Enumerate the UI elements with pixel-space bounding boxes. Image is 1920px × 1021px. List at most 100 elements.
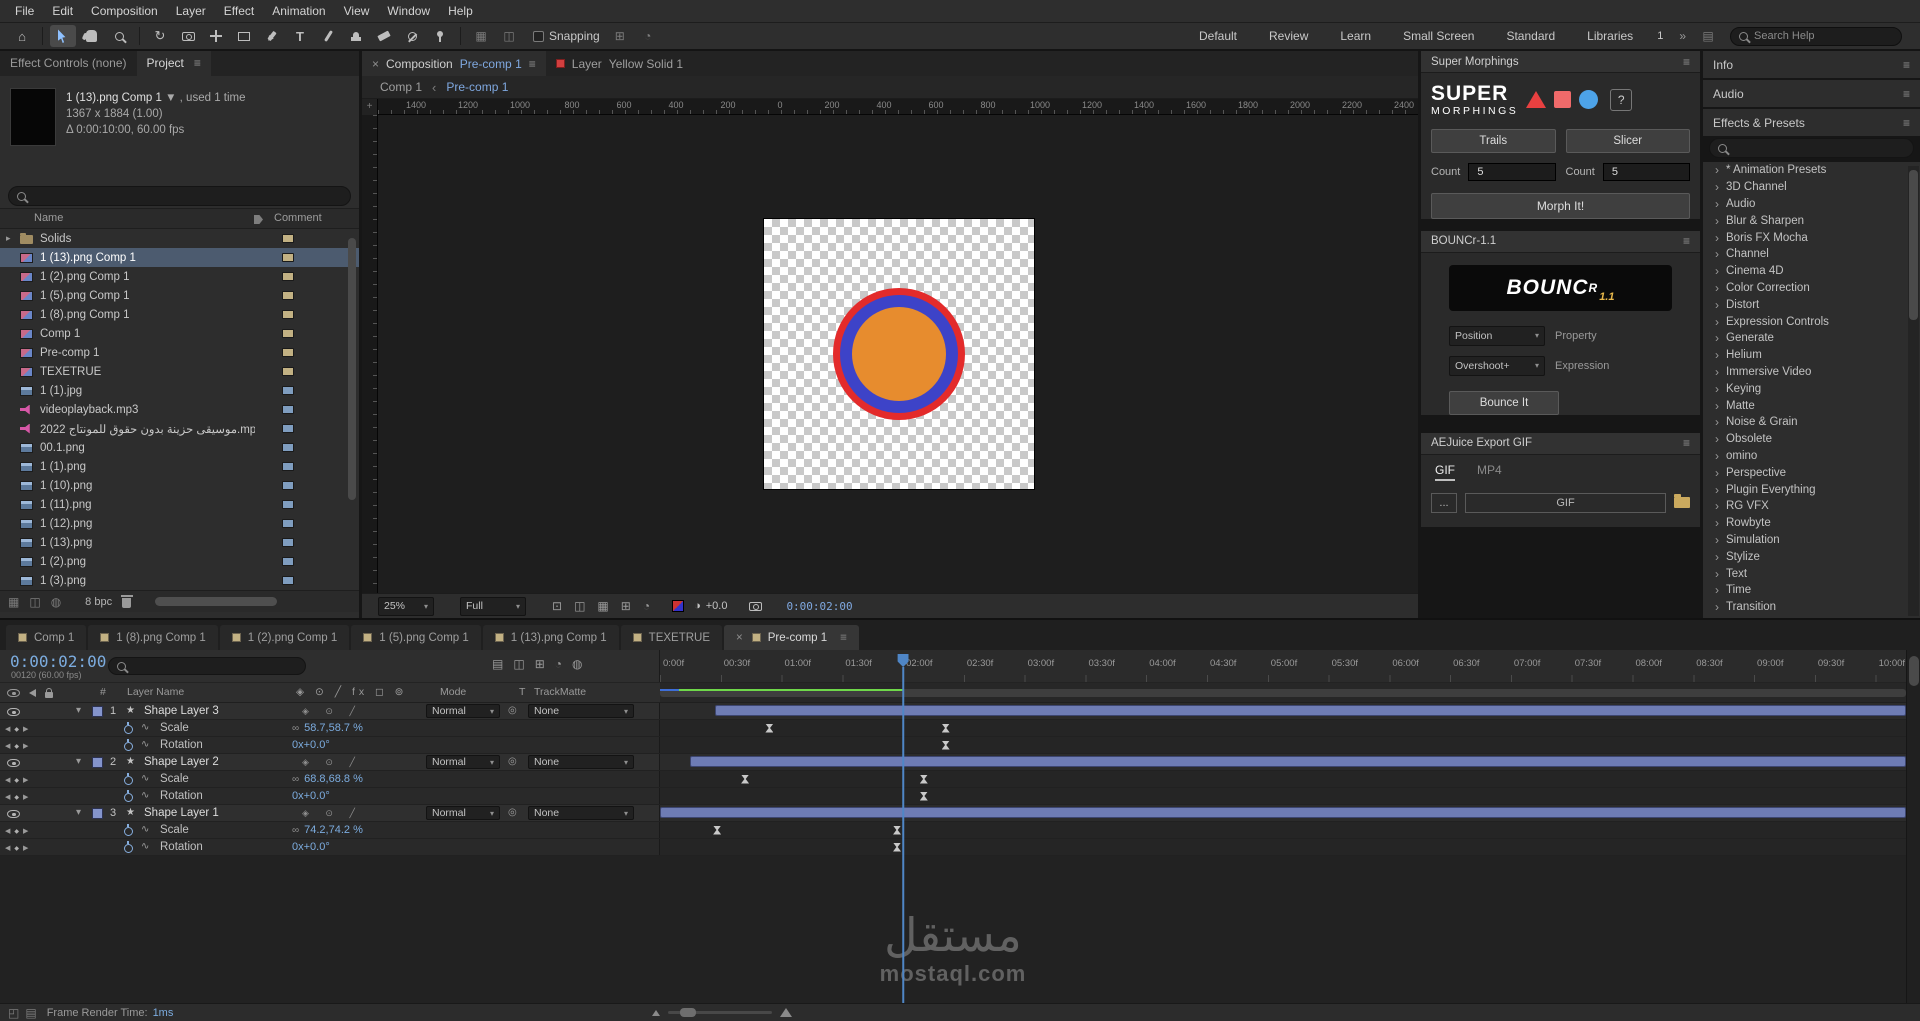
graph-editor-icon[interactable]: ∿ (141, 790, 149, 801)
audio-panel-header[interactable]: Audio ≡ (1703, 80, 1920, 107)
layer-duration-bar[interactable] (660, 807, 1906, 818)
panel-menu-icon[interactable]: ≡ (1903, 116, 1910, 130)
keyframe-navigator[interactable]: ◀ ◆ ▶ (5, 725, 28, 733)
chevron-right-icon[interactable]: › (1715, 281, 1719, 295)
effects-category[interactable]: › Audio (1703, 196, 1920, 213)
draft-3d-icon[interactable]: ◫ (513, 657, 524, 671)
layer-color-chip[interactable] (92, 808, 103, 819)
project-search-input[interactable] (32, 190, 342, 202)
current-timecode[interactable]: 0:00:02:00 (10, 652, 106, 671)
timeline-tab[interactable]: × Pre-comp 1 ≡ (724, 625, 859, 650)
graph-editor-icon[interactable]: ∿ (141, 773, 149, 784)
keyframe-icon[interactable] (919, 791, 928, 801)
label-color-chip[interactable] (282, 291, 294, 300)
column-t[interactable]: T (519, 686, 525, 698)
layer-row[interactable]: ▾ 1 ★ Shape Layer 3 ◈ ⊙ ╱ Normal ▾ ◎ None ▾ (0, 703, 1906, 720)
tab-mp4[interactable]: MP4 (1477, 463, 1502, 481)
project-item[interactable]: Comp 1 (0, 324, 359, 343)
keyframe-navigator[interactable]: ◀ ◆ ▶ (5, 776, 28, 784)
keyframe-diamond-icon[interactable]: ◆ (14, 777, 19, 784)
panel-menu-icon[interactable]: ≡ (1903, 87, 1910, 101)
panel-menu-icon[interactable]: ≡ (1683, 55, 1690, 69)
flowchart-icon[interactable]: ▦ (8, 595, 19, 609)
chevron-right-icon[interactable]: › (1715, 415, 1719, 429)
effects-category[interactable]: › Helium (1703, 347, 1920, 364)
menu-view[interactable]: View (335, 0, 379, 23)
value-text[interactable]: 0x+0.0° (292, 841, 330, 853)
property-value[interactable]: ∞ 58.7,58.7 % (292, 722, 363, 734)
graph-editor-icon[interactable]: ∿ (141, 739, 149, 750)
puppet-pin-tool-button[interactable] (427, 25, 453, 47)
column-trackmatte[interactable]: TrackMatte (534, 686, 586, 698)
project-bpc-button[interactable]: 8 bpc (85, 596, 112, 608)
render-queue-icon[interactable]: ◰ (8, 1006, 19, 1020)
chevron-right-icon[interactable]: › (1715, 231, 1719, 245)
property-row[interactable]: ◀ ◆ ▶ ∿ Scale ∞ 74.2,74.2 % (0, 822, 1906, 839)
composition-canvas[interactable] (763, 218, 1035, 490)
effects-category[interactable]: › Immersive Video (1703, 364, 1920, 381)
label-color-chip[interactable] (282, 272, 294, 281)
keyframe-icon[interactable] (765, 723, 774, 733)
brush-tool-button[interactable] (315, 25, 341, 47)
label-column-icon[interactable] (254, 215, 263, 224)
expander-icon[interactable]: ▾ (76, 705, 81, 716)
value-text[interactable]: 68.8,68.8 % (304, 773, 363, 785)
value-text[interactable]: 0x+0.0° (292, 790, 330, 802)
orange-disc[interactable] (852, 307, 946, 401)
stopwatch-icon[interactable] (124, 790, 133, 802)
chevron-right-icon[interactable]: › (1715, 180, 1719, 194)
new-folder-icon[interactable]: ◫ (29, 595, 40, 609)
keyframe-icon[interactable] (741, 774, 750, 784)
layer-switches[interactable]: ◈ ⊙ ╱ (302, 706, 362, 717)
column-layer-name[interactable]: Layer Name (127, 686, 184, 698)
property-value[interactable]: 0x+0.0° (292, 841, 330, 853)
link-icon[interactable]: ∞ (292, 825, 299, 836)
workspace-default[interactable]: Default (1183, 29, 1253, 43)
menu-edit[interactable]: Edit (43, 0, 82, 23)
property-dropdown[interactable]: Position ▾ (1449, 325, 1545, 346)
effects-category[interactable]: › Plugin Everything (1703, 481, 1920, 498)
rectangle-tool-button[interactable] (231, 25, 257, 47)
timeline-tab[interactable]: 1 (13).png Comp 1 (482, 625, 619, 650)
keyframe-icon[interactable] (893, 825, 902, 835)
frame-blending-icon[interactable]: ◔ (555, 657, 562, 671)
project-item[interactable]: 1 (12).png (0, 514, 359, 533)
folder-icon[interactable] (1674, 494, 1690, 508)
transparency-grid-icon[interactable]: ◫ (574, 599, 585, 613)
keyframe-icon[interactable] (713, 825, 722, 835)
count-input[interactable]: 5 (1602, 162, 1690, 181)
project-item[interactable]: Pre-comp 1 (0, 343, 359, 362)
menu-effect[interactable]: Effect (215, 0, 263, 23)
keyframe-navigator[interactable]: ◀ ◆ ▶ (5, 844, 28, 852)
layer-duration-bar[interactable] (714, 705, 1906, 716)
zoom-tool-button[interactable] (106, 25, 132, 47)
effects-scrollbar[interactable] (1908, 166, 1919, 616)
property-row[interactable]: ◀ ◆ ▶ ∿ Rotation 0x+0.0° (0, 839, 1906, 856)
effects-category[interactable]: › RG VFX (1703, 498, 1920, 515)
label-color-chip[interactable] (282, 500, 294, 509)
panel-menu-icon[interactable]: ≡ (1903, 58, 1910, 72)
info-panel-header[interactable]: Info ≡ (1703, 51, 1920, 78)
timeline-tab[interactable]: TEXETRUE (620, 625, 723, 650)
property-name[interactable]: Rotation (160, 790, 203, 802)
trash-icon[interactable] (120, 594, 133, 608)
property-row[interactable]: ◀ ◆ ▶ ∿ Scale ∞ 68.8,68.8 % (0, 771, 1906, 788)
visibility-eye-icon[interactable] (7, 759, 20, 767)
prev-keyframe-icon[interactable]: ◀ (5, 725, 10, 733)
zoom-in-icon[interactable] (780, 1008, 792, 1017)
eraser-tool-button[interactable] (371, 25, 397, 47)
mode-dropdown[interactable]: Normal ▾ (426, 704, 500, 718)
effects-category[interactable]: › Keying (1703, 380, 1920, 397)
resolution-dropdown[interactable]: Full ▾ (460, 596, 526, 616)
scrollbar-handle[interactable] (348, 238, 356, 500)
keyframe-navigator[interactable]: ◀ ◆ ▶ (5, 742, 28, 750)
next-keyframe-icon[interactable]: ▶ (23, 776, 28, 784)
label-color-chip[interactable] (282, 367, 294, 376)
label-color-chip[interactable] (282, 234, 294, 243)
breadcrumb-parent[interactable]: Comp 1 (380, 80, 422, 94)
selection-tool-button[interactable] (50, 25, 76, 47)
layer-switches[interactable]: ◈ ⊙ ╱ (302, 757, 362, 768)
property-track[interactable] (660, 737, 1906, 753)
middle-blue-ring[interactable] (840, 295, 958, 413)
roto-brush-tool-button[interactable] (399, 25, 425, 47)
